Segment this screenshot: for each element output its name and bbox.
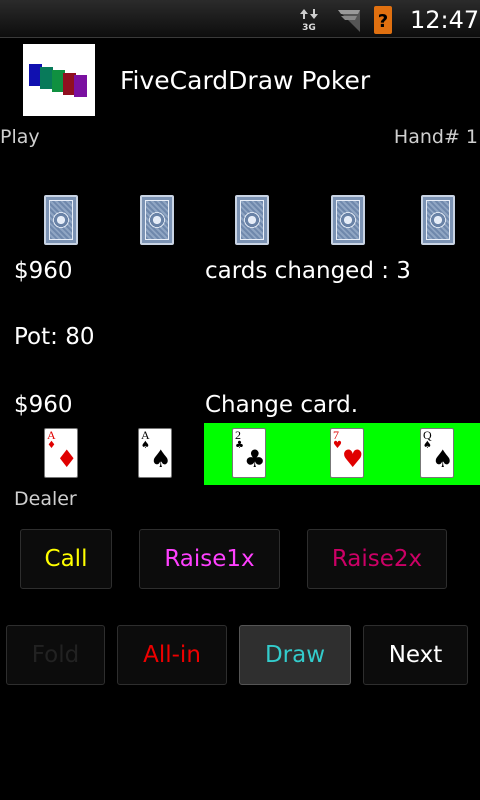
signal-icon — [338, 10, 360, 32]
player-card-1[interactable]: A ♦ ♦ — [44, 428, 78, 478]
club-icon: ♣ — [244, 445, 266, 473]
player-money: $960 — [14, 392, 73, 418]
player-card-4[interactable]: 7 ♥ ♥ — [330, 428, 364, 478]
spade-icon: ♠ — [423, 440, 432, 451]
draw-button[interactable]: Draw — [239, 625, 351, 685]
app-cards-icon — [23, 44, 95, 116]
opponent-card-back — [235, 195, 269, 245]
fold-button[interactable]: Fold — [6, 625, 105, 685]
svg-text:?: ? — [378, 11, 388, 32]
opponent-card-back — [331, 195, 365, 245]
raise2x-button[interactable]: Raise2x — [307, 529, 447, 589]
player-card-2[interactable]: A ♠ ♠ — [138, 428, 172, 478]
player-card-5[interactable]: Q ♠ ♠ — [420, 428, 454, 478]
allin-button[interactable]: All-in — [117, 625, 227, 685]
diamond-icon: ♦ — [56, 445, 78, 473]
network-type: 3G — [302, 23, 316, 33]
spade-icon: ♠ — [432, 445, 454, 473]
status-bar: 3G ? 12:47 — [0, 0, 480, 38]
raise1x-button[interactable]: Raise1x — [139, 529, 280, 589]
diamond-icon: ♦ — [47, 440, 56, 451]
data-arrows-icon: 3G — [298, 8, 320, 33]
opponent-card-back — [44, 195, 78, 245]
club-icon: ♣ — [235, 440, 244, 451]
alert-icon: ? — [374, 6, 392, 34]
next-button[interactable]: Next — [363, 625, 468, 685]
heart-icon: ♥ — [333, 440, 342, 451]
app-title: FiveCardDraw Poker — [120, 66, 371, 95]
spade-icon: ♠ — [150, 445, 172, 473]
pot-amount: Pot: 80 — [14, 324, 95, 350]
player-status: Change card. — [205, 392, 359, 418]
hand-number: Hand# 1 — [393, 126, 478, 148]
clock: 12:47 — [410, 6, 480, 34]
dealer-label: Dealer — [14, 488, 77, 510]
opponent-card-back — [421, 195, 455, 245]
opponent-money: $960 — [14, 258, 73, 284]
mode-label: Play — [0, 126, 40, 148]
spade-icon: ♠ — [141, 440, 150, 451]
opponent-status: cards changed : 3 — [205, 258, 411, 284]
call-button[interactable]: Call — [20, 529, 112, 589]
heart-icon: ♥ — [342, 445, 364, 473]
opponent-card-back — [140, 195, 174, 245]
player-card-3[interactable]: 2 ♣ ♣ — [232, 428, 266, 478]
